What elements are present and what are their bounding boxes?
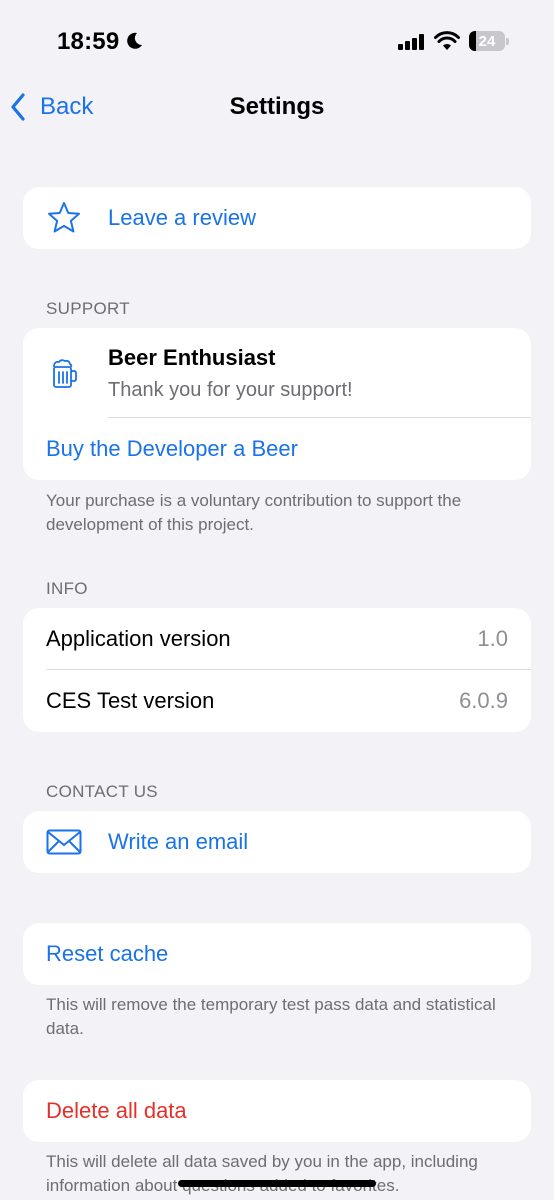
star-icon	[46, 200, 82, 236]
write-email-button[interactable]: Write an email	[23, 811, 531, 873]
review-card: Leave a review	[23, 187, 531, 249]
leave-review-label: Leave a review	[108, 205, 256, 230]
leave-review-button[interactable]: Leave a review	[23, 187, 531, 249]
write-email-label: Write an email	[108, 829, 249, 854]
envelope-icon	[46, 824, 82, 860]
support-tier-subtitle: Thank you for your support!	[108, 378, 353, 401]
delete-all-data-button[interactable]: Delete all data	[23, 1080, 531, 1142]
status-time: 18:59	[57, 28, 120, 55]
navigation-bar: Back Settings	[0, 84, 554, 130]
buy-beer-button[interactable]: Buy the Developer a Beer	[23, 418, 531, 480]
page-title: Settings	[229, 93, 325, 120]
moon-icon	[127, 32, 142, 49]
home-indicator	[178, 1180, 376, 1187]
wifi-icon	[434, 31, 460, 50]
info-section-header: INFO	[46, 579, 88, 598]
reset-footer: This will remove the temporary test pass…	[46, 995, 496, 1038]
support-card: Beer Enthusiast Thank you for your suppo…	[23, 328, 531, 480]
beer-mug-icon	[46, 357, 82, 389]
contact-card: Write an email	[23, 811, 531, 873]
info-value: 1.0	[477, 626, 508, 651]
info-label: CES Test version	[46, 688, 215, 713]
support-tier-row: Beer Enthusiast Thank you for your suppo…	[23, 328, 531, 418]
info-row-app-version: Application version 1.0	[23, 608, 531, 670]
buy-beer-label: Buy the Developer a Beer	[46, 436, 298, 461]
cellular-signal-icon	[398, 34, 424, 50]
info-row-ces-version: CES Test version 6.0.9	[23, 670, 531, 732]
delete-footer: This will delete all data saved by you i…	[46, 1152, 478, 1195]
contact-section-header: CONTACT US	[46, 782, 158, 801]
reset-cache-label: Reset cache	[46, 941, 169, 966]
support-footer: Your purchase is a voluntary contributio…	[46, 491, 462, 534]
delete-all-data-label: Delete all data	[46, 1098, 187, 1123]
support-tier-text: Beer Enthusiast Thank you for your suppo…	[108, 345, 353, 402]
support-section-header: SUPPORT	[46, 299, 130, 318]
reset-cache-button[interactable]: Reset cache	[23, 923, 531, 985]
battery-icon: 24	[469, 31, 505, 51]
info-card: Application version 1.0 CES Test version…	[23, 608, 531, 732]
battery-cap	[506, 38, 509, 45]
status-bar: 18:59 24	[0, 0, 554, 84]
info-value: 6.0.9	[459, 688, 508, 713]
reset-card: Reset cache	[23, 923, 531, 985]
delete-card: Delete all data	[23, 1080, 531, 1142]
info-label: Application version	[46, 626, 231, 651]
support-tier-title: Beer Enthusiast	[108, 344, 276, 370]
battery-level: 24	[478, 32, 496, 50]
